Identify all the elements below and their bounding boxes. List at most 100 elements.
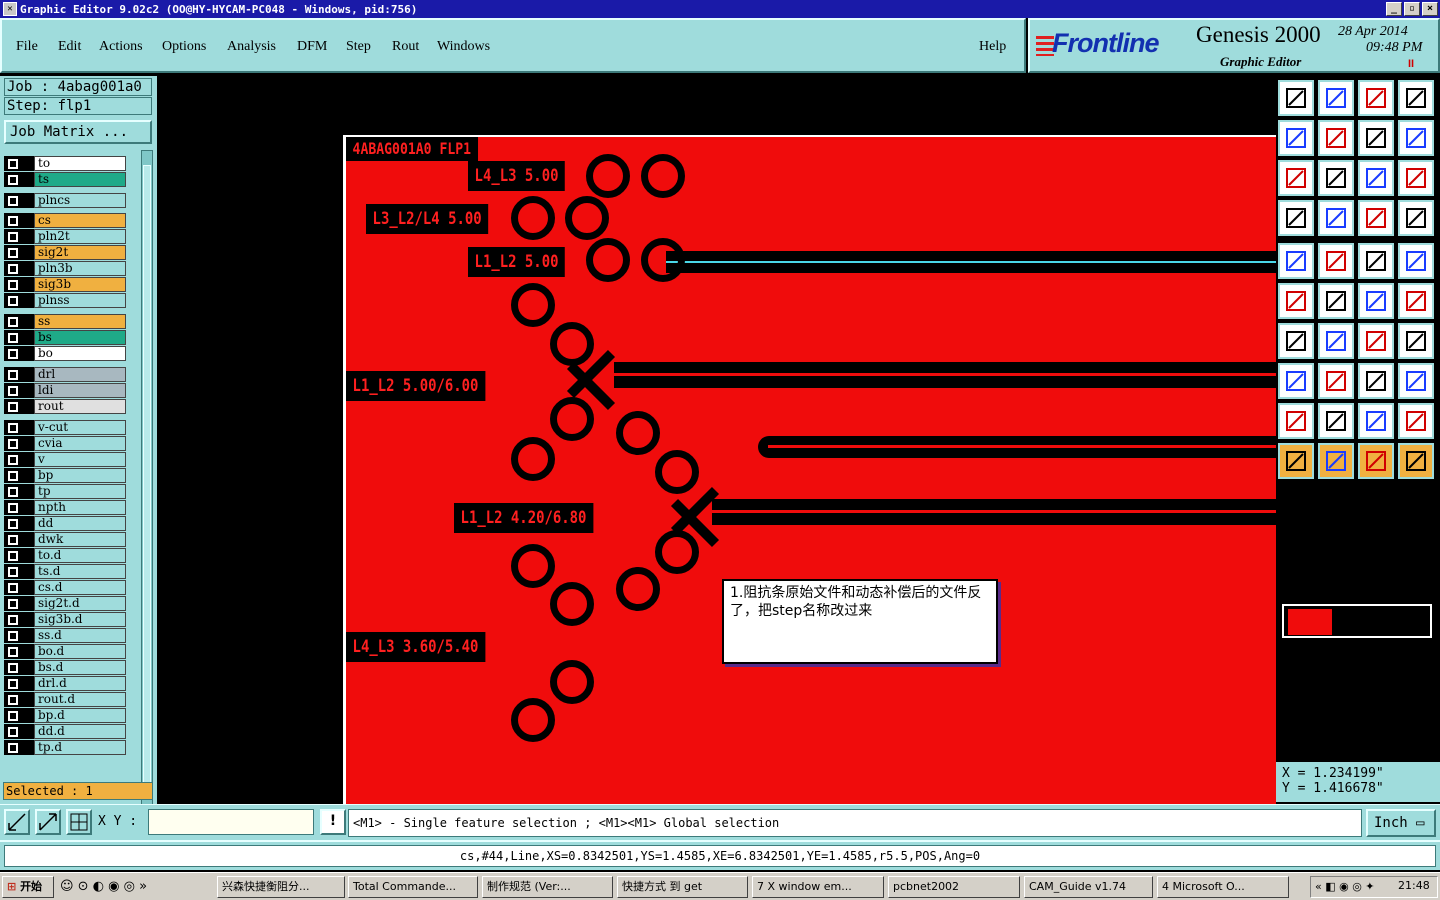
layer-checkbox[interactable] xyxy=(4,484,34,499)
redo-icon[interactable] xyxy=(1398,120,1434,156)
layer-row-pln2t[interactable]: pln2t xyxy=(4,229,126,244)
layer-name[interactable]: bo xyxy=(34,346,126,361)
layer-row-sig3b[interactable]: sig3b xyxy=(4,277,126,292)
menu-rout[interactable]: Rout xyxy=(392,39,419,55)
layer-checkbox[interactable] xyxy=(4,314,34,329)
menu-dfm[interactable]: DFM xyxy=(297,39,327,55)
ruler-icon[interactable] xyxy=(1278,200,1314,236)
pad-ring[interactable] xyxy=(511,437,555,481)
layer-row-cs-d[interactable]: cs.d xyxy=(4,580,126,595)
layer-name[interactable]: plnss xyxy=(34,293,126,308)
layer-snap-icon[interactable] xyxy=(1398,200,1434,236)
layer-row-v-cut[interactable]: v-cut xyxy=(4,420,126,435)
layer-checkbox[interactable] xyxy=(4,277,34,292)
layer-row-drl[interactable]: drl xyxy=(4,367,126,382)
layer-row-sig2t[interactable]: sig2t xyxy=(4,245,126,260)
circle-icon[interactable] xyxy=(1398,243,1434,279)
layer-name[interactable]: npth xyxy=(34,500,126,515)
layer-row-rout-d[interactable]: rout.d xyxy=(4,692,126,707)
arc-icon[interactable] xyxy=(1358,323,1394,359)
layer-row-bo-d[interactable]: bo.d xyxy=(4,644,126,659)
draw-line-icon[interactable] xyxy=(1318,323,1354,359)
pad-ring[interactable] xyxy=(511,544,555,588)
layer-checkbox[interactable] xyxy=(4,676,34,691)
layer-name[interactable]: to xyxy=(34,156,126,171)
pad-ring[interactable] xyxy=(550,322,594,366)
layer-row-bs[interactable]: bs xyxy=(4,330,126,345)
pad-ring[interactable] xyxy=(550,397,594,441)
zoom-fit-icon[interactable] xyxy=(1278,160,1314,196)
layer-checkbox[interactable] xyxy=(4,612,34,627)
home-icon[interactable] xyxy=(1358,80,1394,116)
layer-row-to-d[interactable]: to.d xyxy=(4,548,126,563)
taskbar-item[interactable]: Total Commande... xyxy=(348,876,478,898)
layer-name[interactable]: tp xyxy=(34,484,126,499)
layer-name[interactable]: v xyxy=(34,452,126,467)
layer-name[interactable]: drl.d xyxy=(34,676,126,691)
warning-icon[interactable]: ! xyxy=(320,809,346,835)
layer-name[interactable]: rout xyxy=(34,399,126,414)
layer-name[interactable]: ts.d xyxy=(34,564,126,579)
layer-name[interactable]: cs xyxy=(34,213,126,228)
close-button[interactable]: × xyxy=(1422,2,1438,16)
layer-checkbox[interactable] xyxy=(4,740,34,755)
layer-checkbox[interactable] xyxy=(4,580,34,595)
layer-row-sig2t-d[interactable]: sig2t.d xyxy=(4,596,126,611)
contour-icon[interactable] xyxy=(1318,403,1354,439)
layer-name[interactable]: sig2t.d xyxy=(34,596,126,611)
layer-name[interactable]: ldi xyxy=(34,383,126,398)
layer-row-bs-d[interactable]: bs.d xyxy=(4,660,126,675)
flip-icon[interactable] xyxy=(1398,323,1434,359)
layer-checkbox[interactable] xyxy=(4,229,34,244)
layer-checkbox[interactable] xyxy=(4,193,34,208)
layer-checkbox[interactable] xyxy=(4,628,34,643)
help-icon[interactable] xyxy=(1398,160,1434,196)
graphic-canvas[interactable]: 4ABAG001A0 FLP1 L4_L3 5.00 L3_L2/L4 5.00… xyxy=(157,76,1276,804)
xy-input[interactable] xyxy=(148,809,314,835)
layer-checkbox[interactable] xyxy=(4,399,34,414)
layer-row-cs[interactable]: cs xyxy=(4,213,126,228)
layer-name[interactable]: v-cut xyxy=(34,420,126,435)
layer-checkbox[interactable] xyxy=(4,660,34,675)
layer-name[interactable]: dwk xyxy=(34,532,126,547)
layer-row-drl-d[interactable]: drl.d xyxy=(4,676,126,691)
pad-ring[interactable] xyxy=(511,698,555,742)
layer-row-to[interactable]: to xyxy=(4,156,126,171)
open-icon[interactable] xyxy=(1278,80,1314,116)
layer-checkbox[interactable] xyxy=(4,564,34,579)
layer-row-ss-d[interactable]: ss.d xyxy=(4,628,126,643)
select-net-icon[interactable] xyxy=(1318,443,1354,479)
layer-checkbox[interactable] xyxy=(4,172,34,187)
add-line-icon[interactable] xyxy=(1318,243,1354,279)
align-icon[interactable] xyxy=(1358,363,1394,399)
layer-name[interactable]: bp.d xyxy=(34,708,126,723)
menu-analysis[interactable]: Analysis xyxy=(227,39,276,55)
layer-row-ldi[interactable]: ldi xyxy=(4,383,126,398)
layer-checkbox[interactable] xyxy=(4,367,34,382)
layer-name[interactable]: bo.d xyxy=(34,644,126,659)
taskbar-item[interactable]: 制作规范 (Ver:... xyxy=(482,876,613,898)
add-pad-icon[interactable] xyxy=(1278,243,1314,279)
layer-row-dd[interactable]: dd xyxy=(4,516,126,531)
poly-icon[interactable] xyxy=(1278,403,1314,439)
pad-ring[interactable] xyxy=(586,154,630,198)
layer-checkbox[interactable] xyxy=(4,245,34,260)
layer-checkbox[interactable] xyxy=(4,213,34,228)
maximize-button[interactable]: ▫ xyxy=(1404,2,1420,16)
layer-name[interactable]: dd.d xyxy=(34,724,126,739)
delete-icon[interactable] xyxy=(1318,283,1354,319)
layer-row-bp[interactable]: bp xyxy=(4,468,126,483)
layer-name[interactable]: ss.d xyxy=(34,628,126,643)
layer-name[interactable]: bs.d xyxy=(34,660,126,675)
layer-checkbox[interactable] xyxy=(4,293,34,308)
layer-checkbox[interactable] xyxy=(4,724,34,739)
layer-name[interactable]: sig3b.d xyxy=(34,612,126,627)
angle-icon[interactable] xyxy=(1278,323,1314,359)
resize-icon[interactable] xyxy=(1278,363,1314,399)
layer-row-dwk[interactable]: dwk xyxy=(4,532,126,547)
layer-checkbox[interactable] xyxy=(4,330,34,345)
layer-name[interactable]: ts xyxy=(34,172,126,187)
taskbar-item[interactable]: 4 Microsoft O... xyxy=(1157,876,1289,898)
layer-row-sig3b-d[interactable]: sig3b.d xyxy=(4,612,126,627)
layer-checkbox[interactable] xyxy=(4,532,34,547)
